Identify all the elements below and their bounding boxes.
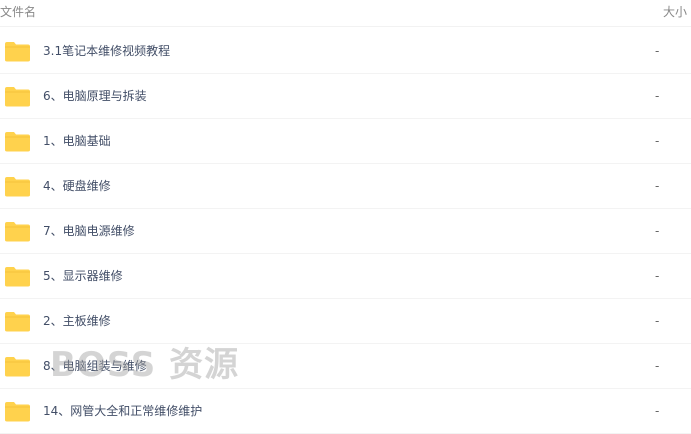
- file-size: -: [655, 269, 660, 283]
- file-row[interactable]: 14、网管大全和正常维修维护 -: [0, 389, 691, 434]
- file-row[interactable]: 8、电脑组装与维修 -: [0, 344, 691, 389]
- file-row[interactable]: 7、电脑电源维修 -: [0, 209, 691, 254]
- file-name[interactable]: 5、显示器维修: [43, 268, 123, 285]
- file-row[interactable]: 5、显示器维修 -: [0, 254, 691, 299]
- folder-icon: [5, 177, 30, 197]
- folder-icon: [5, 267, 30, 287]
- file-name[interactable]: 3.1笔记本维修视频教程: [43, 43, 170, 60]
- folder-icon: [5, 402, 30, 422]
- column-header-name[interactable]: 文件名: [0, 4, 36, 20]
- file-list-header: 文件名 大小: [0, 0, 691, 27]
- file-name[interactable]: 6、电脑原理与拆装: [43, 88, 147, 105]
- folder-icon: [5, 87, 30, 107]
- file-name[interactable]: 8、电脑组装与维修: [43, 358, 147, 375]
- file-size: -: [655, 89, 660, 103]
- file-size: -: [655, 44, 660, 58]
- file-name[interactable]: 14、网管大全和正常维修维护: [43, 403, 202, 420]
- file-row[interactable]: 1、电脑基础 -: [0, 119, 691, 164]
- file-name[interactable]: 7、电脑电源维修: [43, 223, 135, 240]
- file-row[interactable]: 6、电脑原理与拆装 -: [0, 74, 691, 119]
- file-size: -: [655, 359, 660, 373]
- file-list: 3.1笔记本维修视频教程 - 6、电脑原理与拆装 - 1、电脑基础 - 4、硬盘…: [0, 29, 691, 434]
- folder-icon: [5, 312, 30, 332]
- file-row[interactable]: 3.1笔记本维修视频教程 -: [0, 29, 691, 74]
- file-size: -: [655, 134, 660, 148]
- folder-icon: [5, 222, 30, 242]
- file-size: -: [655, 179, 660, 193]
- folder-icon: [5, 42, 30, 62]
- folder-icon: [5, 357, 30, 377]
- column-header-size[interactable]: 大小: [663, 4, 687, 20]
- folder-icon: [5, 132, 30, 152]
- file-row[interactable]: 4、硬盘维修 -: [0, 164, 691, 209]
- file-size: -: [655, 224, 660, 238]
- file-name[interactable]: 2、主板维修: [43, 313, 111, 330]
- file-name[interactable]: 1、电脑基础: [43, 133, 111, 150]
- file-size: -: [655, 404, 660, 418]
- file-row[interactable]: 2、主板维修 -: [0, 299, 691, 344]
- file-name[interactable]: 4、硬盘维修: [43, 178, 111, 195]
- file-size: -: [655, 314, 660, 328]
